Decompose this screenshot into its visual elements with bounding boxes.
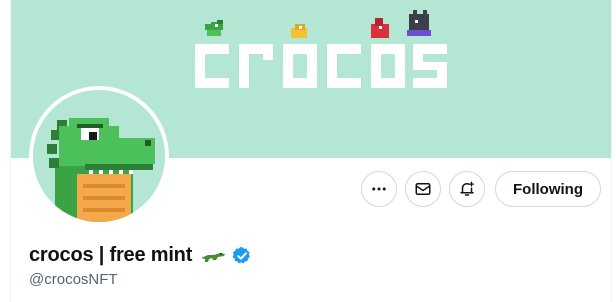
user-handle: @crocosNFT: [29, 271, 118, 288]
profile-actions: Following: [361, 171, 601, 207]
more-horizontal-icon: [372, 187, 386, 191]
avatar[interactable]: [33, 90, 165, 222]
crocodile-emoji-icon: [201, 252, 226, 262]
red-croc-sprite: [371, 18, 389, 38]
more-button[interactable]: [361, 171, 398, 207]
green-croc-sprite: [205, 20, 223, 36]
yellow-croc-sprite: [291, 24, 307, 38]
croc-avatar-image: [33, 90, 165, 222]
dark-croc-sprite: [407, 10, 431, 36]
display-name-row: crocos | free mint: [29, 244, 252, 267]
following-button[interactable]: Following: [495, 171, 601, 207]
notify-button[interactable]: [449, 171, 486, 207]
crocos-banner-logo: crocos: [195, 10, 447, 88]
profile-header: crocos: [10, 0, 612, 302]
envelope-icon: [415, 183, 431, 195]
verified-badge-icon[interactable]: [232, 246, 252, 266]
display-name: crocos | free mint: [29, 244, 193, 266]
bell-plus-icon: [460, 181, 475, 196]
logo-letters: [195, 44, 447, 88]
avatar-ring[interactable]: [29, 86, 169, 226]
message-button[interactable]: [405, 171, 442, 207]
